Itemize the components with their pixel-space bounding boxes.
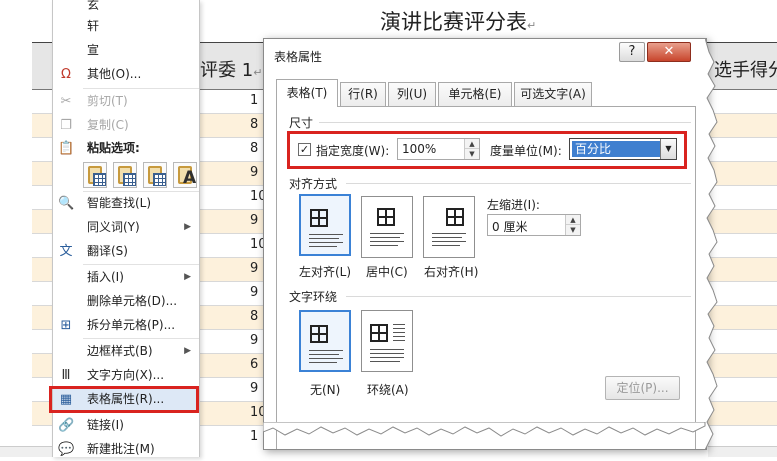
left-indent-spinbox[interactable]: 0 厘米 ▲ ▼ xyxy=(487,214,581,236)
close-button[interactable]: ✕ xyxy=(647,42,691,62)
table-icon xyxy=(310,325,328,343)
table-grid-icon xyxy=(93,173,106,186)
section-alignment-label: 对齐方式 xyxy=(289,177,338,191)
submenu-arrow-icon: ▶ xyxy=(184,272,191,282)
document-title: 演讲比赛评分表↵ xyxy=(380,10,537,34)
score-cell: 9 xyxy=(250,333,259,348)
menu-separator xyxy=(83,264,199,265)
table-icon xyxy=(310,209,328,227)
submenu-arrow-icon: ▶ xyxy=(184,222,191,232)
wrap-none-option[interactable] xyxy=(299,310,351,372)
position-button[interactable]: 定位(P)... xyxy=(605,376,680,400)
spin-down-icon[interactable]: ▼ xyxy=(566,225,580,235)
score-cell: 1 xyxy=(250,429,259,444)
menu-item-border-styles[interactable]: 边框样式(B) ▶ xyxy=(53,340,199,363)
header-judge-1: 评委 1↵ xyxy=(200,60,263,81)
menu-item-link[interactable]: 🔗 链接(I) xyxy=(53,414,199,437)
align-center-label: 居中(C) xyxy=(366,265,408,279)
tab-cell[interactable]: 单元格(E) xyxy=(438,82,512,106)
search-icon: 🔍 xyxy=(58,196,75,211)
menu-item-insert[interactable]: 插入(I) ▶ xyxy=(53,266,199,289)
scissors-icon: ✂ xyxy=(60,94,72,109)
table-properties-dialog: 表格属性 ? ✕ 表格(T) 行(R) 列(U) 单元格(E) 可选文字(A) … xyxy=(263,38,707,450)
tab-table[interactable]: 表格(T) xyxy=(276,79,338,107)
torn-edge-bottom xyxy=(263,422,706,437)
score-cell: 9 xyxy=(250,261,259,276)
table-icon xyxy=(446,208,464,226)
score-cell: 9 xyxy=(250,213,259,228)
section-wrap-label: 文字环绕 xyxy=(289,290,338,304)
comment-icon: 💬 xyxy=(58,442,75,457)
submenu-arrow-icon: ▶ xyxy=(184,346,191,356)
menu-item-synonyms[interactable]: 同义词(Y) ▶ xyxy=(53,216,199,239)
torn-edge-right xyxy=(705,38,718,450)
menu-separator xyxy=(83,338,199,339)
section-divider xyxy=(346,183,691,184)
score-cell: 6 xyxy=(250,357,259,372)
tab-alt-text[interactable]: 可选文字(A) xyxy=(514,82,592,106)
spin-up-icon[interactable]: ▲ xyxy=(566,215,580,225)
split-cells-icon: ⊞ xyxy=(60,318,72,333)
score-cell: 9 xyxy=(250,285,259,300)
score-cell: 9 xyxy=(250,381,259,396)
align-left-option[interactable] xyxy=(299,194,351,256)
table-grid-icon xyxy=(153,173,166,186)
menu-item-split-cells[interactable]: ⊞ 拆分单元格(P)... xyxy=(53,314,199,337)
align-left-label: 左对齐(L) xyxy=(299,265,352,279)
menu-separator xyxy=(83,88,199,89)
insert-symbol-icon: Ω xyxy=(61,67,71,82)
text-a-icon: A xyxy=(183,168,197,188)
align-right-option[interactable] xyxy=(423,196,475,258)
table-icon xyxy=(377,208,395,226)
score-cell: 1 xyxy=(250,93,259,108)
left-indent-value: 0 厘米 xyxy=(492,220,528,234)
menu-item-cut[interactable]: ✂ 剪切(T) xyxy=(53,90,199,113)
status-bar-left xyxy=(0,446,52,457)
paste-keep-source-format-button[interactable] xyxy=(83,162,107,188)
candidate-char-2[interactable]: 轩 xyxy=(53,15,199,38)
score-cell: 8 xyxy=(250,309,259,324)
link-icon: 🔗 xyxy=(58,418,75,433)
highlight-box-table-properties xyxy=(49,386,199,413)
menu-item-copy[interactable]: ❐ 复制(C) xyxy=(53,114,199,137)
table-icon xyxy=(370,324,388,342)
indent-spin-buttons: ▲ ▼ xyxy=(565,215,580,235)
score-cell: 9 xyxy=(250,165,259,180)
table-grid-icon xyxy=(123,173,136,186)
score-cell: 8 xyxy=(250,141,259,156)
menu-item-text-direction[interactable]: Ⅲ 文字方向(X)... xyxy=(53,364,199,387)
tab-row[interactable]: 行(R) xyxy=(340,82,386,106)
paste-nest-table-button[interactable] xyxy=(113,162,137,188)
paste-options-group: A xyxy=(83,162,197,190)
section-divider xyxy=(346,296,691,297)
paste-icon: 📋 xyxy=(58,141,75,156)
section-divider xyxy=(319,122,691,123)
menu-item-new-comment[interactable]: 💬 新建批注(M) xyxy=(53,438,199,461)
translate-icon: 文 xyxy=(59,244,73,259)
menu-item-smart-lookup[interactable]: 🔍 智能查找(L) xyxy=(53,192,199,215)
wrap-around-option[interactable] xyxy=(361,310,413,372)
help-button[interactable]: ? xyxy=(619,42,645,62)
candidate-char-3[interactable]: 宣 xyxy=(53,39,199,62)
dialog-titlebar[interactable]: 表格属性 ? ✕ xyxy=(264,39,706,70)
menu-item-more-symbols[interactable]: Ω 其他(O)... xyxy=(53,63,199,86)
align-center-option[interactable] xyxy=(361,196,413,258)
menu-item-paste-options: 📋 粘贴选项: xyxy=(58,141,140,156)
dialog-title: 表格属性 xyxy=(274,50,323,64)
wrap-none-label: 无(N) xyxy=(310,383,341,397)
text-direction-icon: Ⅲ xyxy=(61,368,71,383)
score-cell: 8 xyxy=(250,117,259,132)
header-player-score: 选手得分 xyxy=(714,60,777,81)
section-size-label: 尺寸 xyxy=(289,116,314,130)
highlight-box-size xyxy=(287,131,687,169)
menu-item-delete-cells[interactable]: 删除单元格(D)... xyxy=(53,290,199,313)
tab-column[interactable]: 列(U) xyxy=(388,82,436,106)
left-indent-label: 左缩进(I): xyxy=(487,198,540,212)
copy-icon: ❐ xyxy=(60,118,72,133)
paste-text-only-button[interactable]: A xyxy=(173,162,197,188)
align-right-label: 右对齐(H) xyxy=(424,265,479,279)
wrap-around-label: 环绕(A) xyxy=(367,383,409,397)
menu-item-translate[interactable]: 文 翻译(S) xyxy=(53,240,199,263)
paste-merge-table-button[interactable] xyxy=(143,162,167,188)
